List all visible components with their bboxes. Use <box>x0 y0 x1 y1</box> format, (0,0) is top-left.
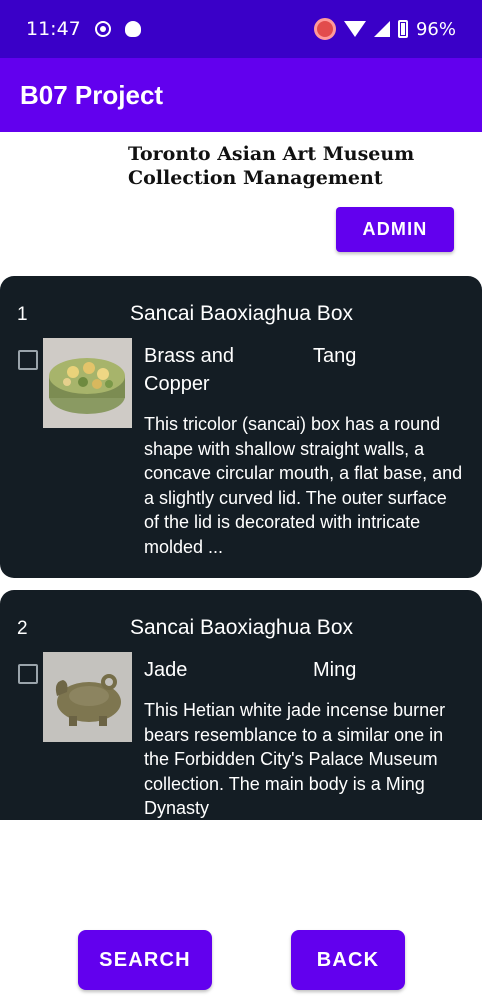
app-title: B07 Project <box>20 79 164 110</box>
back-button[interactable]: BACK <box>291 930 405 990</box>
collection-list[interactable]: 1 Sancai Baoxiaghua Box Brass and Copper… <box>0 276 482 820</box>
item-index: 2 <box>17 618 28 639</box>
item-material: Jade <box>144 659 188 681</box>
item-checkbox[interactable] <box>18 664 38 684</box>
item-period: Ming <box>313 659 357 681</box>
app-bar: B07 Project <box>0 58 482 132</box>
status-time: 11:47 <box>26 18 81 40</box>
item-image <box>43 652 132 742</box>
item-title: Sancai Baoxiaghua Box <box>130 616 353 639</box>
item-material: Brass and Copper <box>144 345 235 395</box>
item-index: 1 <box>17 304 28 325</box>
item-description: This Hetian white jade incense burner be… <box>144 700 446 819</box>
screen-record-icon <box>313 18 336 40</box>
signal-icon <box>373 21 390 37</box>
status-bar: 11:47 96% <box>0 0 482 58</box>
search-button[interactable]: SEARCH <box>78 930 212 990</box>
item-image <box>43 338 132 428</box>
battery-percent: 96% <box>415 18 456 40</box>
item-checkbox[interactable] <box>18 350 38 370</box>
list-item[interactable]: 1 Sancai Baoxiaghua Box Brass and Copper… <box>0 276 482 578</box>
battery-icon <box>397 20 408 38</box>
item-title: Sancai Baoxiaghua Box <box>130 302 353 325</box>
admin-button[interactable]: ADMIN <box>336 207 454 252</box>
notification-icon <box>94 21 111 37</box>
page-subtitle: Toronto Asian Art Museum Collection Mana… <box>128 143 415 189</box>
item-description: This tricolor (sancai) box has a round s… <box>144 414 463 557</box>
list-item[interactable]: 2 Sancai Baoxiaghua Box Jade Ming This H… <box>0 590 482 820</box>
wifi-icon <box>343 21 366 37</box>
android-icon <box>124 21 141 37</box>
item-period: Tang <box>313 345 357 367</box>
